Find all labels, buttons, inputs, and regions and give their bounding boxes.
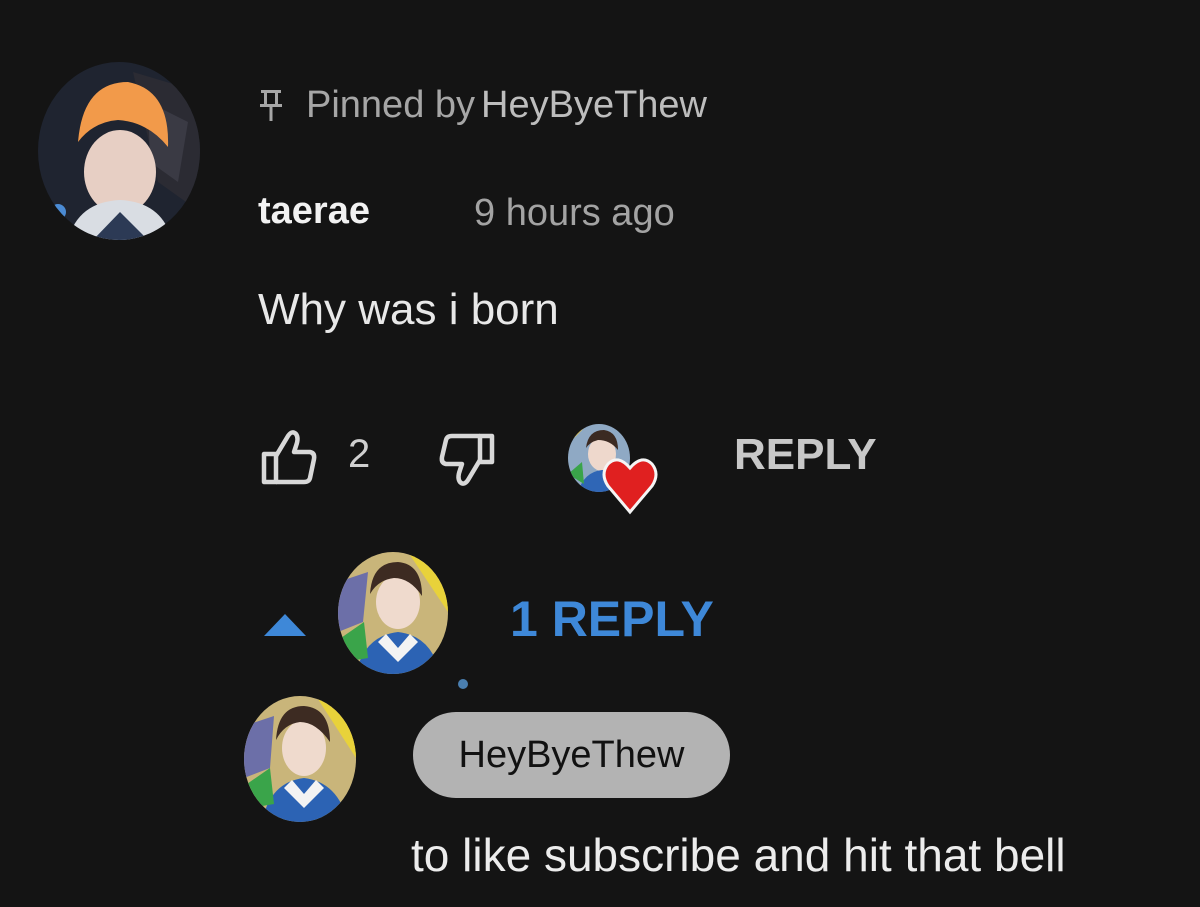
pin-icon [258, 88, 284, 122]
comment-author[interactable]: taerae [258, 190, 370, 233]
creator-heart-icon [602, 454, 658, 516]
thumbs-up-icon [261, 430, 317, 485]
thread-dot [458, 679, 468, 689]
pinned-label: Pinned by [306, 83, 476, 126]
chevron-up-icon[interactable] [262, 612, 308, 638]
replies-creator-avatar [338, 552, 448, 674]
dislike-button[interactable] [438, 432, 498, 490]
thumbs-down-icon [439, 433, 495, 486]
like-count: 2 [348, 432, 371, 476]
pinned-indicator: Pinned by HeyByeThew [258, 80, 707, 130]
reply-text: to like subscribe and hit that bell [411, 829, 1066, 881]
comment-text: Why was i born [258, 285, 559, 334]
reply-author-avatar[interactable] [244, 696, 356, 822]
like-button[interactable] [258, 426, 318, 488]
reply-mention-chip[interactable]: HeyByeThew [413, 712, 730, 798]
comment-timestamp[interactable]: 9 hours ago [474, 192, 675, 235]
pinned-by-channel: HeyByeThew [481, 83, 707, 126]
comment-thread: Pinned by HeyByeThew taerae 9 hours ago … [0, 0, 1200, 907]
replies-toggle[interactable]: 1 REPLY [510, 590, 714, 648]
commenter-avatar[interactable] [38, 62, 200, 240]
reply-button[interactable]: REPLY [734, 430, 877, 480]
